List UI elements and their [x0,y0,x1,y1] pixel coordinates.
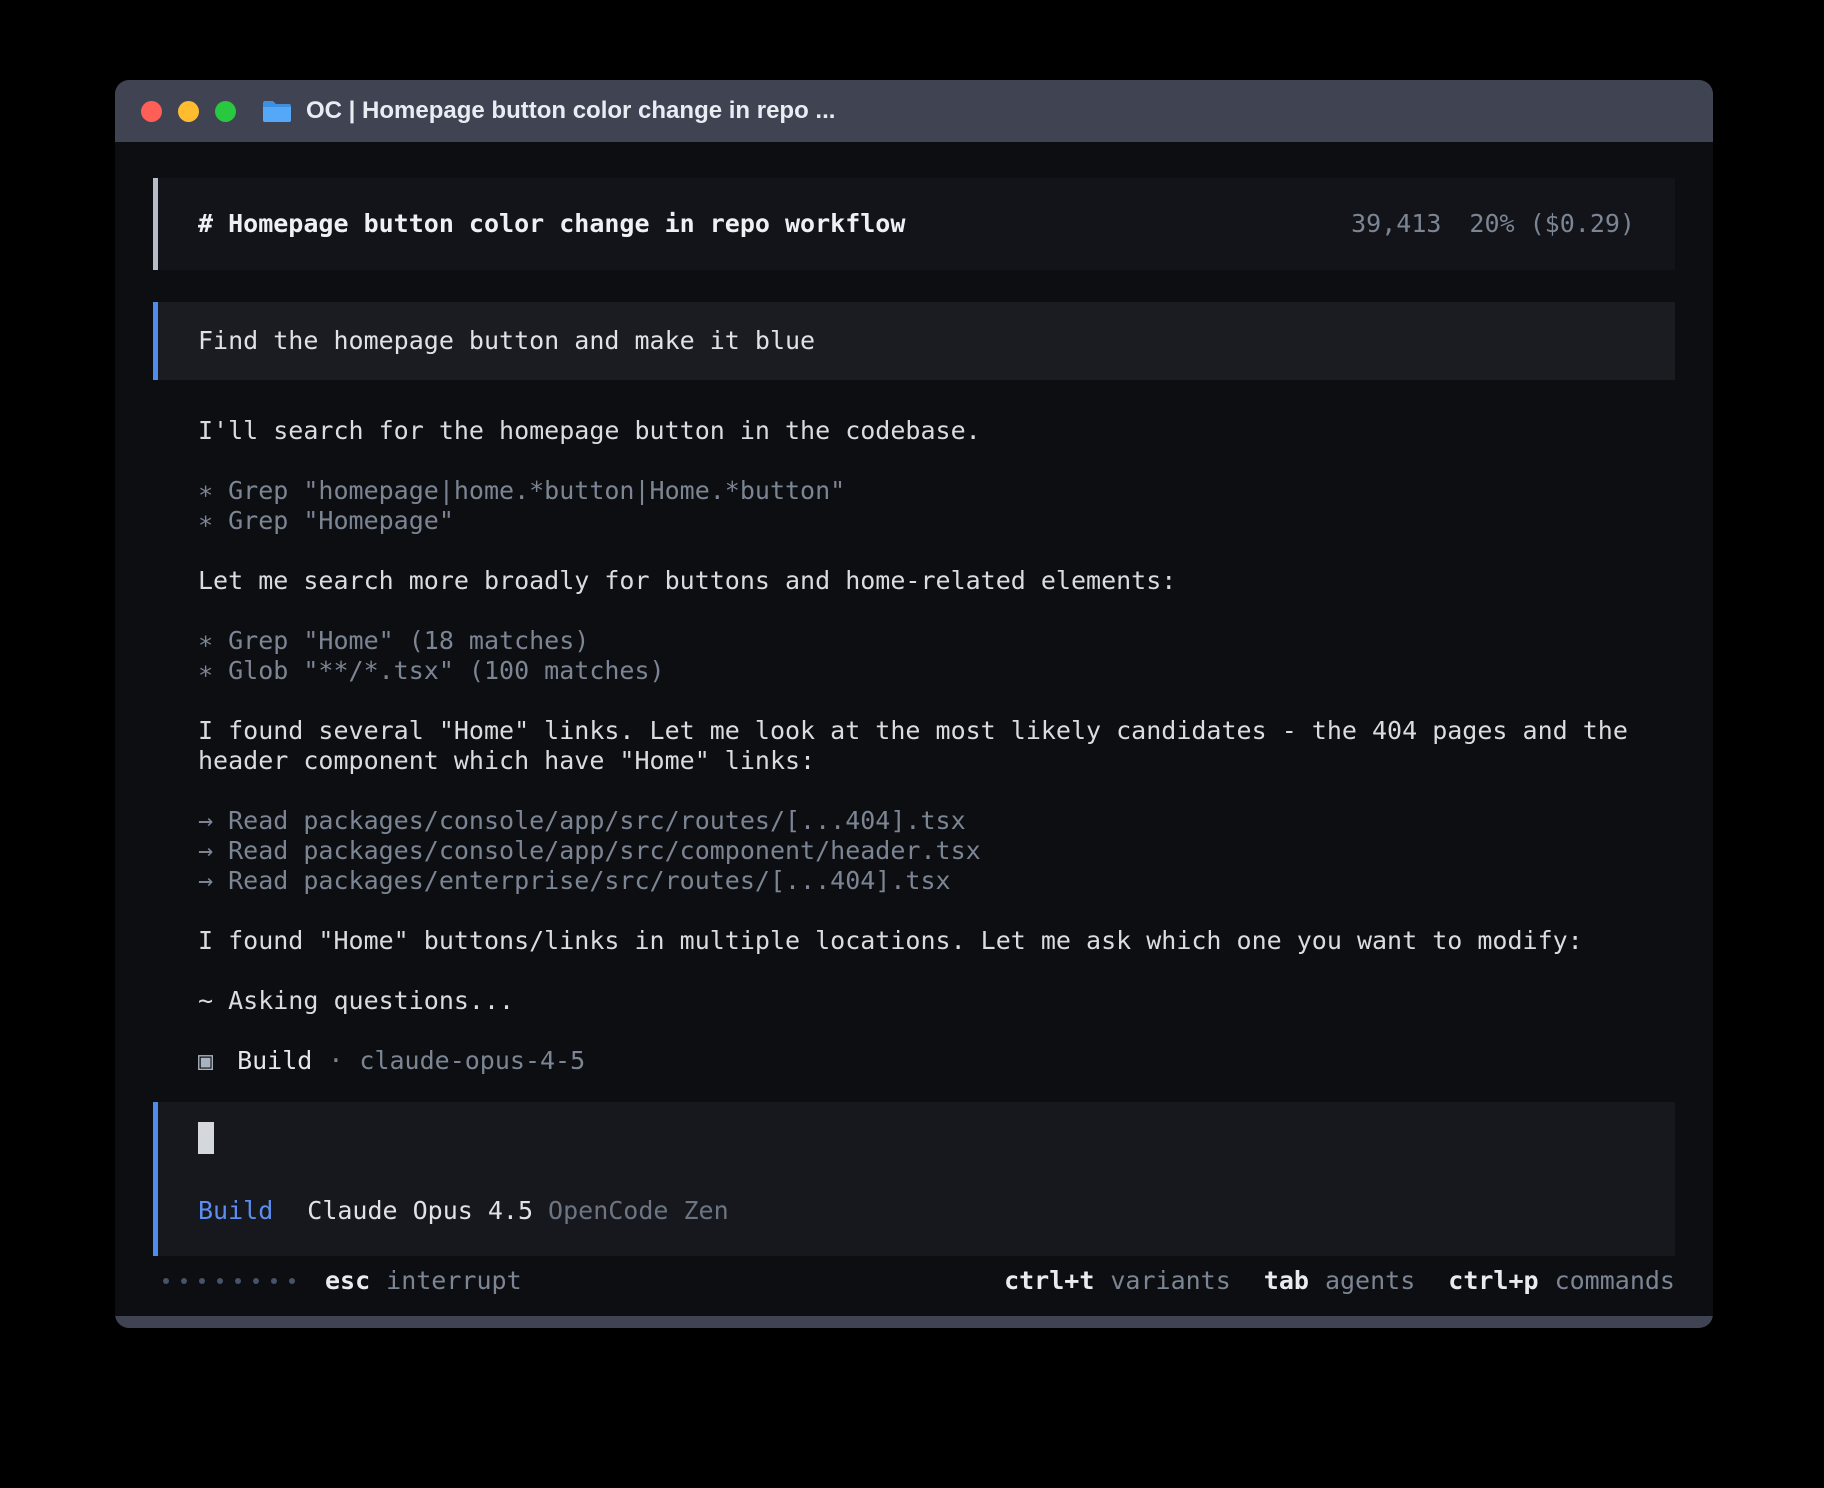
token-count: 39,413 [1351,209,1441,239]
terminal-window: OC | Homepage button color change in rep… [115,80,1713,1328]
provider-label: OpenCode Zen [548,1196,729,1226]
traffic-lights [141,101,236,122]
esc-key-hint: esc [325,1266,370,1296]
session-header: # Homepage button color change in repo w… [153,178,1675,270]
shortcut-key: tab [1264,1266,1309,1296]
text-cursor [198,1122,214,1154]
user-message-text: Find the homepage button and make it blu… [198,326,815,355]
zoom-button[interactable] [215,101,236,122]
status-bar-right: ctrl+t variants tab agents ctrl+p comman… [1004,1266,1675,1296]
tool-call-line: → Read packages/console/app/src/routes/[… [198,806,1675,836]
shortcut-label: variants [1110,1266,1230,1296]
model-row: Build Claude Opus 4.5 OpenCode Zen [198,1196,1635,1226]
tool-call-line: ∗ Grep "Home" (18 matches) [198,626,1675,656]
session-title: # Homepage button color change in repo w… [198,209,905,239]
model-name: Claude Opus 4.5 [307,1196,533,1226]
tool-call-line: ∗ Glob "**/*.tsx" (100 matches) [198,656,1675,686]
session-stats: 39,413 20% ($0.29) [1351,209,1635,239]
status-bar-left: esc interrupt [153,1266,522,1296]
minimize-button[interactable] [178,101,199,122]
tool-call-line: ∗ Grep "homepage|home.*button|Home.*butt… [198,476,1675,506]
tool-call-line: ∗ Grep "Homepage" [198,506,1675,536]
shortcut-variants: ctrl+t variants [1004,1266,1231,1296]
shortcut-commands: ctrl+p commands [1448,1266,1675,1296]
shortcut-agents: tab agents [1264,1266,1415,1296]
shortcut-label: agents [1325,1266,1415,1296]
status-bar: esc interrupt ctrl+t variants tab agents… [153,1266,1675,1296]
agent-name: Build [237,1046,312,1076]
tool-call-line: → Read packages/enterprise/src/routes/[.… [198,866,1675,896]
assistant-text: I found several "Home" links. Let me loo… [198,716,1675,776]
folder-icon [262,99,292,124]
mode-label: Build [198,1196,273,1226]
prompt-input[interactable]: Build Claude Opus 4.5 OpenCode Zen [153,1102,1675,1256]
shortcut-key: ctrl+p [1448,1266,1538,1296]
tool-call-line: → Read packages/console/app/src/componen… [198,836,1675,866]
shortcut-key: ctrl+t [1004,1266,1094,1296]
status-line: ~ Asking questions... [198,986,1675,1016]
assistant-text: I'll search for the homepage button in t… [198,416,1675,446]
assistant-text: I found "Home" buttons/links in multiple… [198,926,1675,956]
agent-status-row: ▣ Build · claude-opus-4-5 [198,1046,1675,1076]
spinner-dots [163,1278,295,1284]
window-titlebar[interactable]: OC | Homepage button color change in rep… [115,80,1713,142]
assistant-text: Let me search more broadly for buttons a… [198,566,1675,596]
esc-key-label: interrupt [386,1266,521,1296]
agent-model: claude-opus-4-5 [359,1046,585,1076]
agent-icon: ▣ [198,1046,213,1076]
context-usage: 20% ($0.29) [1469,209,1635,239]
conversation-transcript: I'll search for the homepage button in t… [153,416,1675,1076]
user-message: Find the homepage button and make it blu… [153,302,1675,380]
window-title: OC | Homepage button color change in rep… [306,97,835,125]
terminal-content: # Homepage button color change in repo w… [115,142,1713,1296]
agent-separator: · [328,1046,343,1076]
close-button[interactable] [141,101,162,122]
shortcut-label: commands [1555,1266,1675,1296]
